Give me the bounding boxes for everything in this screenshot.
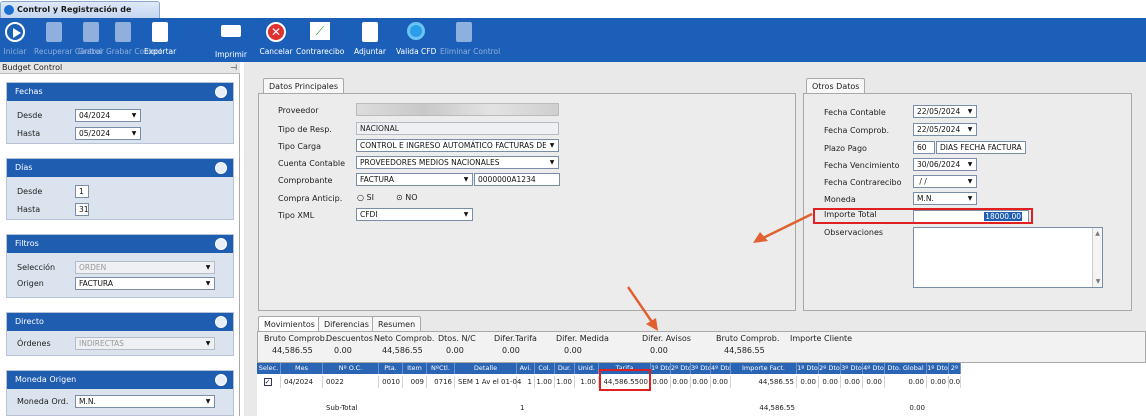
column-header[interactable]: Unid. bbox=[575, 363, 599, 374]
subtotal-cell: 44,586.55 bbox=[759, 404, 795, 412]
table-cell: 1.00 bbox=[555, 376, 575, 388]
table-cell: 0.00 bbox=[863, 376, 885, 388]
summary-label: Neto Comprob. bbox=[374, 334, 435, 343]
column-header[interactable]: Dto. Global bbox=[885, 363, 927, 374]
table-cell: 0.00 bbox=[841, 376, 863, 388]
column-header[interactable]: Avi. bbox=[517, 363, 535, 374]
summary-value: 0.00 bbox=[564, 346, 582, 355]
subtotal-cell: 0.00 bbox=[909, 404, 925, 412]
summary-value: 44,586.55 bbox=[272, 346, 313, 355]
table-cell: 0.00 bbox=[927, 376, 949, 388]
table-cell: 0.0 bbox=[949, 376, 961, 388]
summary-label: Importe Cliente bbox=[790, 334, 853, 343]
table-cell: 0.00 bbox=[711, 376, 731, 388]
tab-resumen[interactable]: Resumen bbox=[372, 316, 422, 332]
summary-panel: Bruto Comprob. 44,586.55 Descuentos 0.00 Net… bbox=[257, 331, 1146, 363]
summary-value: 0.00 bbox=[650, 346, 668, 355]
column-header[interactable]: Col. bbox=[535, 363, 555, 374]
column-header[interactable]: Item bbox=[403, 363, 427, 374]
column-header[interactable]: Detalle bbox=[455, 363, 517, 374]
column-header[interactable]: Importe Fact. bbox=[731, 363, 797, 374]
column-header[interactable]: Mes bbox=[281, 363, 323, 374]
column-header[interactable]: NºCtl. bbox=[427, 363, 455, 374]
table-cell: 0.00 bbox=[819, 376, 841, 388]
table-cell: 0022 bbox=[323, 376, 379, 388]
column-header[interactable]: 3º Dto bbox=[691, 363, 711, 374]
column-header[interactable]: Dur. bbox=[555, 363, 575, 374]
table-cell: 0010 bbox=[379, 376, 403, 388]
subtotal-cell: 1 bbox=[520, 404, 525, 412]
summary-label: Bruto Comprob. bbox=[264, 334, 328, 343]
column-header[interactable]: Pta. bbox=[379, 363, 403, 374]
table-cell: 1.00 bbox=[575, 376, 599, 388]
table-cell: 009 bbox=[403, 376, 427, 388]
table-cell: 1 bbox=[517, 376, 535, 388]
summary-label: Difer.Tarifa bbox=[494, 334, 537, 343]
table-cell: 0716 bbox=[427, 376, 455, 388]
summary-label: Difer. Avisos bbox=[642, 334, 691, 343]
summary-value: 44,586.55 bbox=[724, 346, 765, 355]
summary-value: 44,586.55 bbox=[382, 346, 423, 355]
table-cell: 0.00 bbox=[671, 376, 691, 388]
table-cell: 44,586.55 bbox=[731, 376, 797, 388]
arrow-importe bbox=[762, 212, 813, 240]
table-cell: 0.00 bbox=[885, 376, 927, 388]
column-header[interactable]: Nº O.C. bbox=[323, 363, 379, 374]
column-header[interactable]: Selec. bbox=[257, 363, 281, 374]
summary-value: 0.00 bbox=[334, 346, 352, 355]
movimientos-grid: Selec. Mes Nº O.C. Pta. Item NºCtl. Detalle Avi… bbox=[257, 363, 1146, 416]
summary-value: 0.00 bbox=[502, 346, 520, 355]
tab-diferencias[interactable]: Diferencias bbox=[318, 316, 375, 332]
summary-label: Descuentos bbox=[326, 334, 373, 343]
summary-label: Dtos. N/C bbox=[438, 334, 476, 343]
table-cell: 0.00 bbox=[651, 376, 671, 388]
column-header[interactable]: 2º Dto bbox=[671, 363, 691, 374]
tab-movimientos[interactable]: Movimientos bbox=[258, 316, 321, 332]
column-header[interactable]: 1º Dto bbox=[927, 363, 949, 374]
arrow-tarifa bbox=[626, 286, 654, 323]
summary-label: Difer. Medida bbox=[556, 334, 609, 343]
table-cell: SEM 1 Av el 01-04 bbox=[455, 376, 521, 388]
subtotal-cell: Sub-Total bbox=[326, 404, 358, 412]
column-header[interactable]: 4º Dto bbox=[711, 363, 731, 374]
column-header[interactable]: 4º Dto bbox=[863, 363, 885, 374]
highlight-box bbox=[599, 369, 651, 391]
table-cell: 04/2024 bbox=[281, 376, 323, 388]
table-cell: 0.00 bbox=[691, 376, 711, 388]
table-cell: 0.00 bbox=[797, 376, 819, 388]
column-header[interactable]: 1º Dto bbox=[651, 363, 671, 374]
column-header[interactable]: 1º Dto bbox=[797, 363, 819, 374]
row-checkbox[interactable]: ✓ bbox=[257, 376, 281, 388]
summary-label: Bruto Comprob. bbox=[716, 334, 780, 343]
column-header[interactable]: 3º Dto bbox=[841, 363, 863, 374]
column-header[interactable]: 2º bbox=[949, 363, 961, 374]
summary-value: 0.00 bbox=[446, 346, 464, 355]
table-cell: 1.00 bbox=[535, 376, 555, 388]
column-header[interactable]: 2º Dto bbox=[819, 363, 841, 374]
